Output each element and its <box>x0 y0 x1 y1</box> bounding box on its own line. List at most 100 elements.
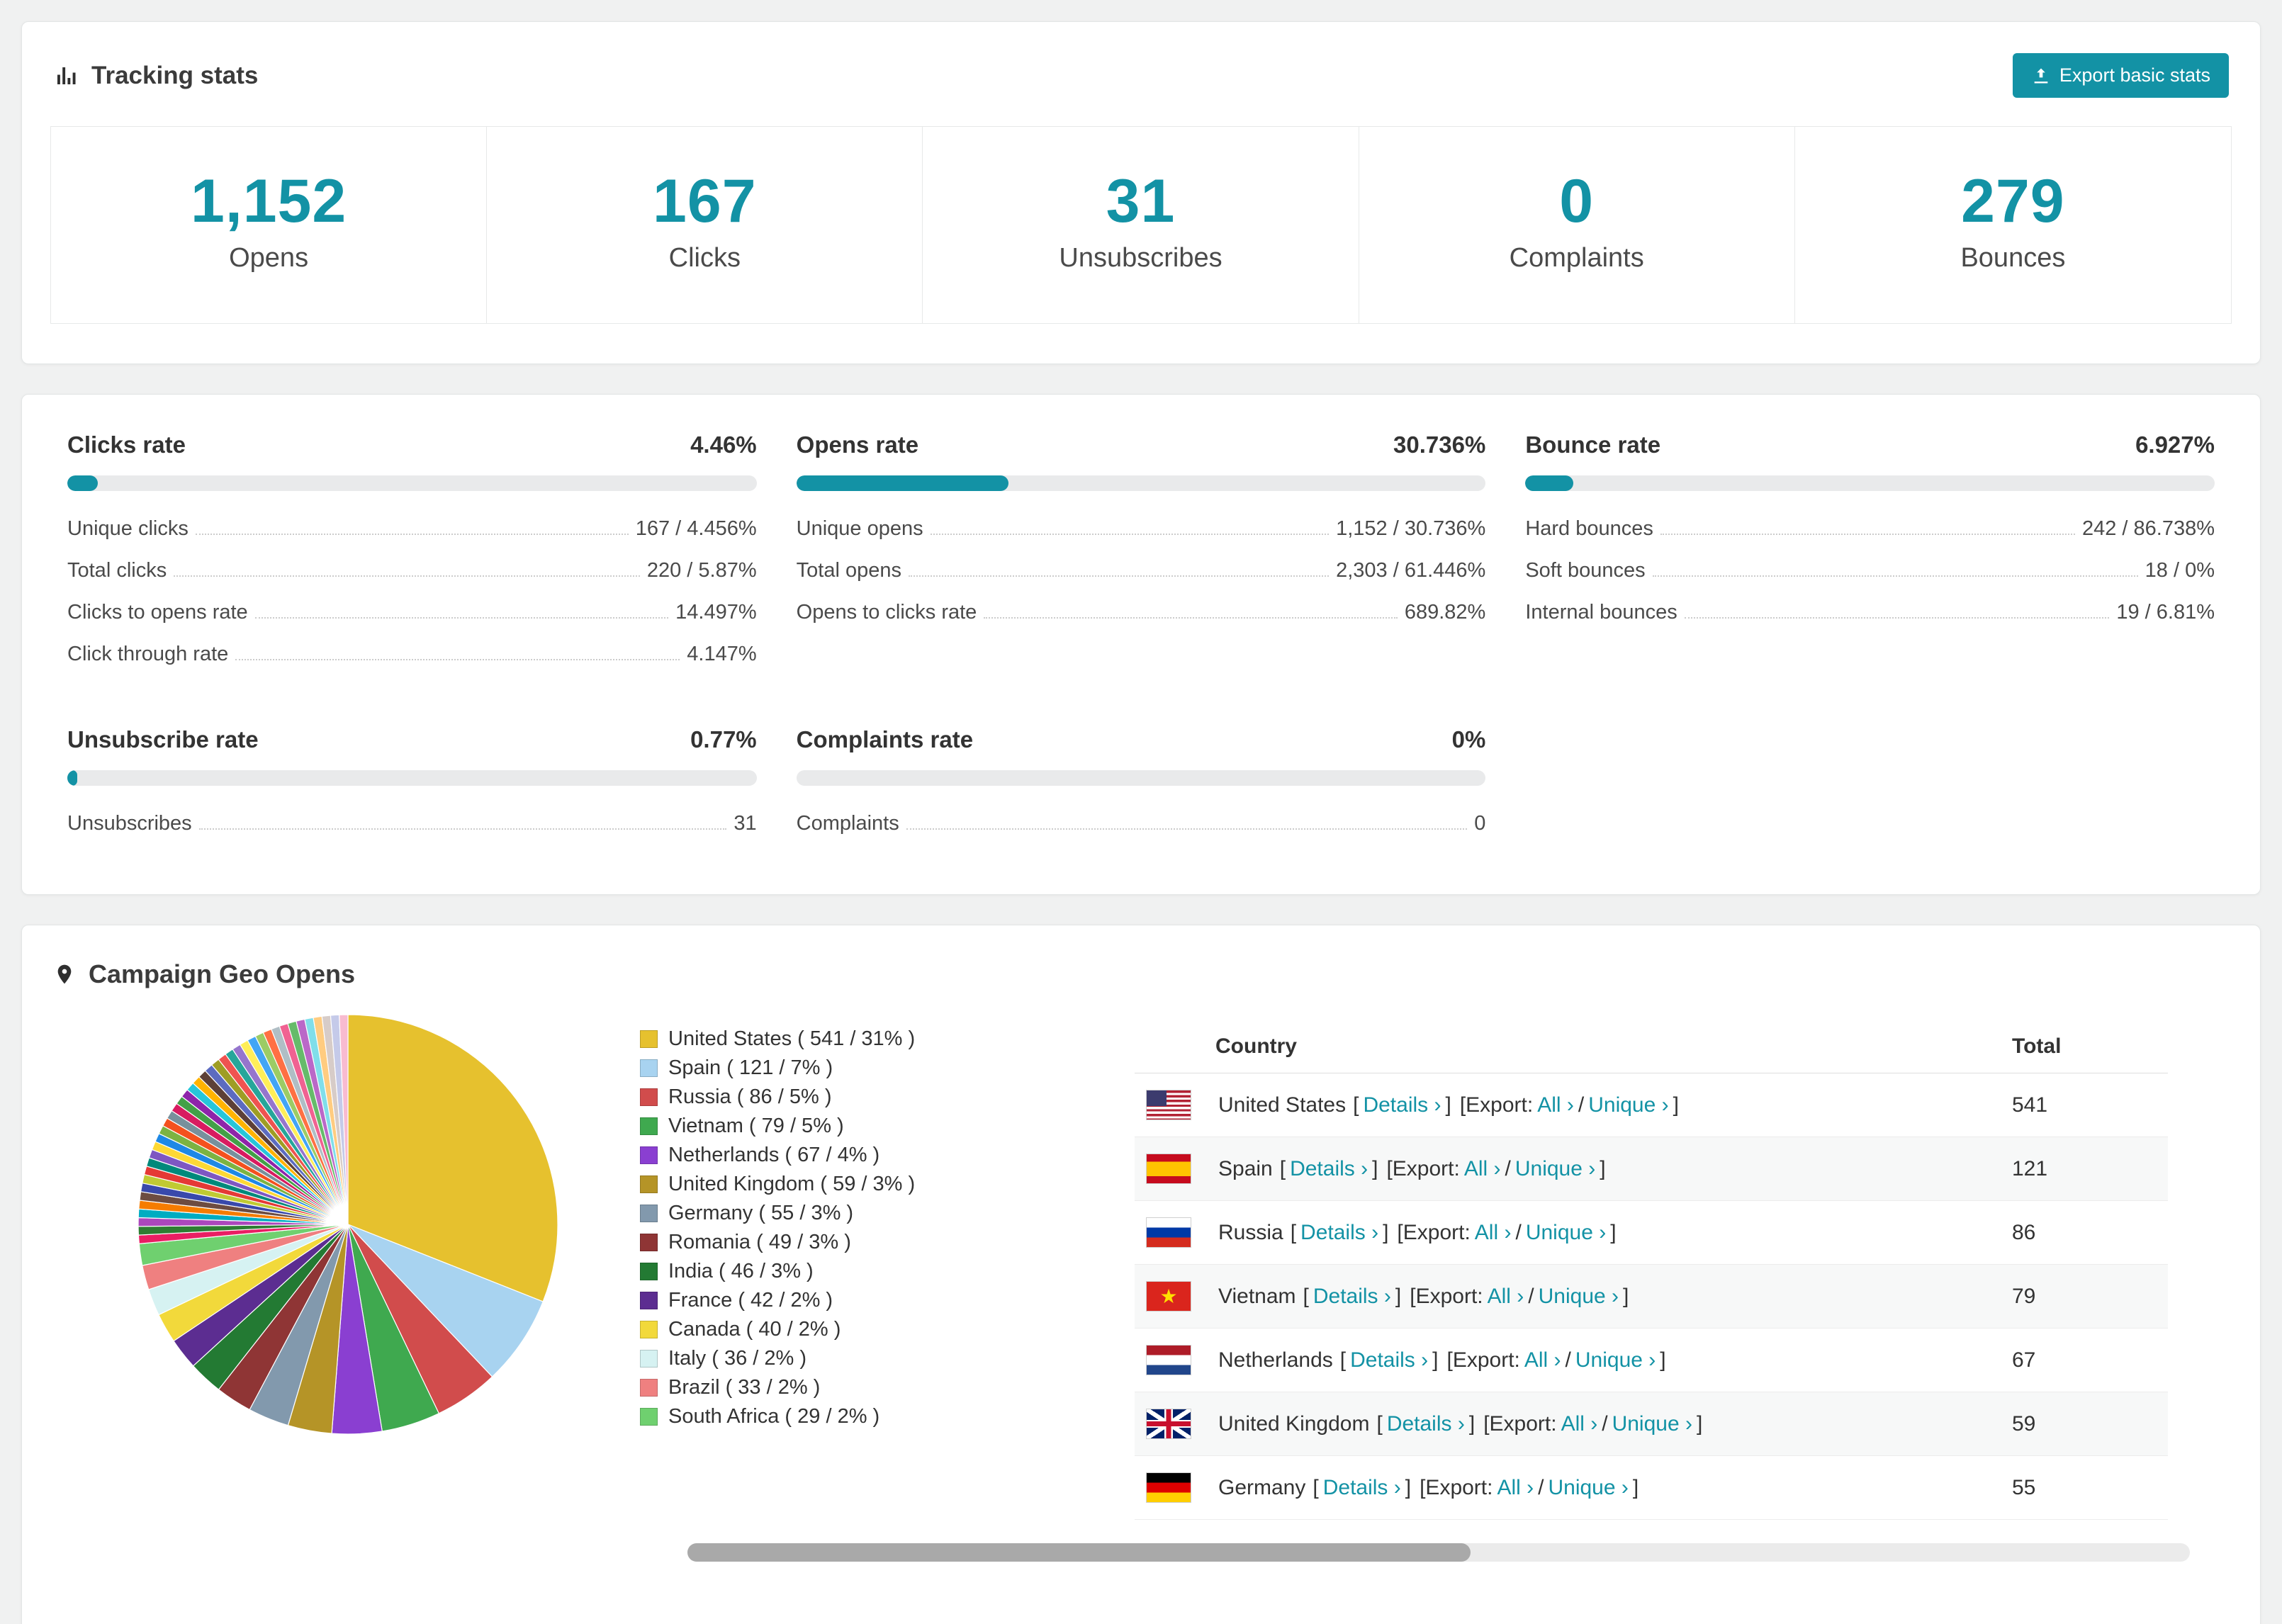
opens-rate-progress-bar <box>796 475 1486 491</box>
rate-row-value: 31 <box>734 812 757 835</box>
rate-row: Opens to clicks rate 689.82% <box>797 592 1486 633</box>
export-unique-link[interactable]: Unique › <box>1539 1285 1619 1309</box>
stat-cell: 279 Bounces <box>1795 127 2231 323</box>
stat-value: 279 <box>1961 167 2065 235</box>
rate-row-label: Total clicks <box>67 559 167 582</box>
legend-swatch <box>640 1379 658 1397</box>
legend-item: Germany ( 55 / 3% ) <box>640 1199 980 1228</box>
bounce-rate-value: 6.927% <box>2135 432 2215 458</box>
country-total: 59 <box>2012 1392 2168 1456</box>
export-unique-link[interactable]: Unique › <box>1526 1221 1606 1245</box>
details-link[interactable]: Details › <box>1323 1476 1401 1500</box>
export-unique-link[interactable]: Unique › <box>1515 1157 1595 1181</box>
geo-pie-chart <box>135 1012 561 1437</box>
separator: / <box>1528 1284 1534 1308</box>
rate-row-label: Clicks to opens rate <box>67 601 248 624</box>
details-link[interactable]: Details › <box>1290 1157 1368 1181</box>
bracket: ] <box>1432 1348 1439 1372</box>
stat-label: Bounces <box>1960 243 2066 273</box>
horizontal-scrollbar-track[interactable] <box>687 1543 2190 1562</box>
country-total: 67 <box>2012 1328 2168 1392</box>
tracking-stats-title: Tracking stats <box>53 62 258 90</box>
dotted-leader <box>198 828 727 830</box>
separator: / <box>1578 1093 1585 1117</box>
details-link[interactable]: Details › <box>1300 1221 1378 1245</box>
clicks-rate-progress-bar <box>67 475 757 491</box>
bracket: [ <box>1303 1284 1309 1308</box>
rate-row-label: Click through rate <box>67 643 229 665</box>
legend-label: United Kingdom ( 59 / 3% ) <box>668 1173 916 1195</box>
details-link[interactable]: Details › <box>1350 1348 1428 1372</box>
export-prefix: [Export: <box>1410 1284 1483 1308</box>
geo-legend: United States ( 541 / 31% ) Spain ( 121 /… <box>640 1025 980 1431</box>
legend-swatch <box>640 1263 658 1280</box>
country-flag-icon <box>1146 1409 1191 1439</box>
dotted-leader <box>1684 617 2110 619</box>
country-flag-icon <box>1146 1154 1191 1184</box>
export-all-link[interactable]: All › <box>1524 1348 1561 1372</box>
geo-opens-card: Campaign Geo Opens United States ( 541 /… <box>21 925 2261 1624</box>
export-unique-link[interactable]: Unique › <box>1612 1412 1692 1436</box>
bracket: ] <box>1610 1220 1617 1244</box>
bracket: ] <box>1660 1348 1666 1372</box>
rate-row-value: 2,303 / 61.446% <box>1336 559 1486 582</box>
bracket: ] <box>1623 1284 1629 1308</box>
geo-opens-title: Campaign Geo Opens <box>89 959 356 988</box>
rate-row-value: 167 / 4.456% <box>635 517 757 540</box>
legend-swatch <box>640 1350 658 1368</box>
export-all-link[interactable]: All › <box>1497 1476 1534 1500</box>
export-all-link[interactable]: All › <box>1488 1285 1524 1309</box>
country-total: 55 <box>2012 1455 2168 1520</box>
geo-table-wrap: Country Total United States [Details › … <box>1135 1020 2168 1520</box>
country-flag-icon <box>1146 1281 1191 1312</box>
separator: / <box>1602 1411 1608 1436</box>
export-unique-link[interactable]: Unique › <box>1588 1093 1668 1117</box>
horizontal-scrollbar-thumb[interactable] <box>687 1543 1471 1562</box>
rate-row-value: 0 <box>1474 812 1486 835</box>
dotted-leader <box>254 617 669 619</box>
rate-row: Unique opens 1,152 / 30.736% <box>797 508 1486 550</box>
export-unique-link[interactable]: Unique › <box>1575 1348 1656 1372</box>
rate-row: Unique clicks 167 / 4.456% <box>67 508 757 550</box>
details-link[interactable]: Details › <box>1313 1285 1391 1309</box>
stat-cell: 1,152 Opens <box>51 127 488 323</box>
dotted-leader <box>235 659 680 660</box>
export-all-link[interactable]: All › <box>1537 1093 1574 1117</box>
country-name: Russia <box>1218 1220 1283 1244</box>
bracket: [ <box>1313 1475 1319 1499</box>
country-total: 79 <box>2012 1264 2168 1329</box>
export-all-link[interactable]: All › <box>1475 1221 1512 1245</box>
dotted-leader <box>984 617 1398 619</box>
progress-fill <box>67 770 77 786</box>
export-all-link[interactable]: All › <box>1561 1412 1598 1436</box>
country-total: 86 <box>2012 1200 2168 1265</box>
legend-swatch <box>640 1146 658 1164</box>
legend-item: Romania ( 49 / 3% ) <box>640 1228 980 1257</box>
details-link[interactable]: Details › <box>1387 1412 1465 1436</box>
table-row: United States [Details ›] [Export: All › /… <box>1135 1073 2168 1137</box>
country-flag-icon <box>1146 1345 1191 1375</box>
opens-rate-title: Opens rate <box>796 432 919 458</box>
table-row: Spain [Details ›] [Export: All › / Unique ›… <box>1135 1137 2168 1201</box>
legend-label: Romania ( 49 / 3% ) <box>668 1231 851 1253</box>
country-flag-icon <box>1146 1090 1191 1120</box>
rate-row: Total clicks 220 / 5.87% <box>67 550 757 592</box>
separator: / <box>1538 1475 1544 1499</box>
export-unique-link[interactable]: Unique › <box>1548 1476 1628 1500</box>
rate-row-value: 242 / 86.738% <box>2081 517 2215 540</box>
bar-chart-icon <box>53 63 79 89</box>
export-basic-stats-button[interactable]: Export basic stats <box>2012 53 2229 98</box>
stat-value: 167 <box>653 167 757 235</box>
bracket: ] <box>1632 1475 1639 1499</box>
details-link[interactable]: Details › <box>1363 1093 1441 1117</box>
rate-row-label: Total opens <box>796 559 901 582</box>
legend-label: United States ( 541 / 31% ) <box>668 1027 916 1050</box>
export-basic-stats-label: Export basic stats <box>2059 64 2210 86</box>
legend-item: India ( 46 / 3% ) <box>640 1257 980 1286</box>
rate-row-value: 220 / 5.87% <box>646 559 757 582</box>
export-all-link[interactable]: All › <box>1464 1157 1501 1181</box>
separator: / <box>1505 1156 1511 1180</box>
country-total: 541 <box>2012 1073 2168 1137</box>
legend-item: Canada ( 40 / 2% ) <box>640 1315 980 1344</box>
legend-swatch <box>640 1408 658 1426</box>
